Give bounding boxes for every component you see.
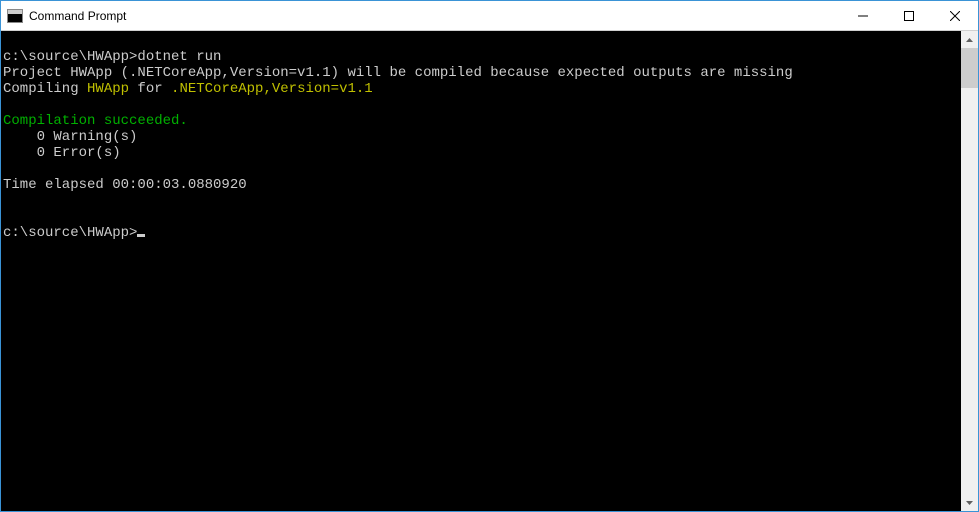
errors-line: 0 Error(s)	[3, 145, 121, 161]
titlebar[interactable]: Command Prompt	[1, 1, 978, 31]
compilation-result: Compilation succeeded.	[3, 113, 188, 129]
scrollbar-thumb[interactable]	[961, 48, 978, 88]
client-area: c:\source\HWApp>dotnet run Project HWApp…	[1, 31, 978, 511]
minimize-button[interactable]	[840, 1, 886, 31]
scrollbar-track[interactable]	[961, 48, 978, 494]
vertical-scrollbar[interactable]	[961, 31, 978, 511]
close-button[interactable]	[932, 1, 978, 31]
prompt-path: c:\source\HWApp>	[3, 49, 137, 65]
project-line: Project HWApp (.NETCoreApp,Version=v1.1)…	[3, 65, 793, 81]
scroll-up-button[interactable]	[961, 31, 978, 48]
console-output[interactable]: c:\source\HWApp>dotnet run Project HWApp…	[1, 31, 961, 511]
time-elapsed-line: Time elapsed 00:00:03.0880920	[3, 177, 247, 193]
text-cursor	[137, 234, 145, 237]
warnings-line: 0 Warning(s)	[3, 129, 137, 145]
window-title: Command Prompt	[29, 9, 126, 23]
compiling-app: HWApp	[87, 81, 129, 97]
scroll-down-button[interactable]	[961, 494, 978, 511]
compiling-prefix: Compiling	[3, 81, 87, 97]
maximize-button[interactable]	[886, 1, 932, 31]
prompt-command: dotnet run	[137, 49, 221, 65]
compiling-target: .NETCoreApp,Version=v1.1	[171, 81, 373, 97]
command-prompt-window: Command Prompt c:\source\HWApp>dotnet ru…	[0, 0, 979, 512]
command-prompt-icon	[7, 9, 23, 23]
compiling-mid: for	[129, 81, 171, 97]
prompt-path: c:\source\HWApp>	[3, 225, 137, 241]
